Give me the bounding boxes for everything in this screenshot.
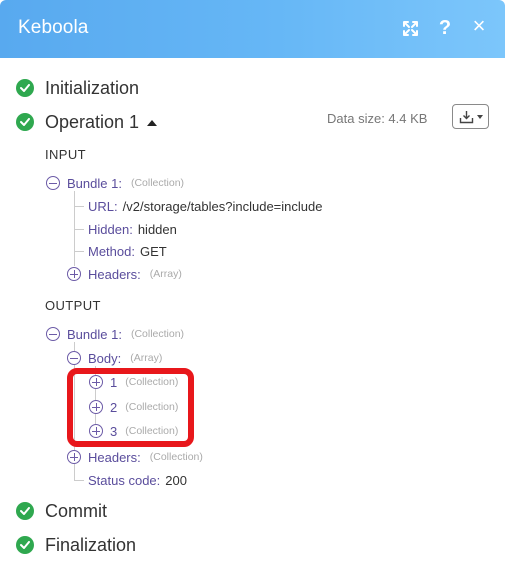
field-key: URL [88, 198, 115, 214]
chevron-down-icon [476, 114, 483, 119]
field-type: (Array) [149, 268, 182, 280]
output-headers-row: Headers: (Collection) [67, 448, 203, 466]
step-label: Operation 1 [45, 111, 140, 132]
download-icon [459, 110, 473, 123]
expand-toggle-icon[interactable] [67, 267, 81, 281]
output-status-row: Status code: 200 [88, 472, 187, 488]
field-type: (Collection) [149, 451, 203, 463]
output-section-title: OUTPUT [45, 298, 101, 313]
field-key: Headers [88, 266, 138, 282]
download-button[interactable] [452, 104, 489, 129]
field-key: Headers [88, 449, 138, 465]
field-key: Method [88, 243, 132, 259]
field-value: 200 [165, 472, 187, 488]
input-section-title: INPUT [45, 147, 86, 162]
step-operation: Operation 1 [16, 110, 158, 134]
input-bundle-row: Bundle 1: (Collection) [46, 174, 184, 192]
step-label: Finalization [45, 534, 137, 555]
field-type: (Collection) [130, 328, 185, 340]
field-key: Bundle 1 [67, 326, 119, 342]
output-bundle-row: Bundle 1: (Collection) [46, 325, 184, 343]
close-icon[interactable]: × [468, 13, 490, 38]
field-key: Bundle 1 [67, 175, 119, 191]
step-label: Commit [45, 500, 107, 521]
collapse-caret-icon[interactable] [147, 119, 158, 126]
step-finalization: Finalization [16, 533, 136, 557]
step-initialization: Initialization [16, 76, 139, 100]
check-circle-icon [16, 79, 34, 97]
data-size: Data size: 4.4 KB [327, 111, 428, 126]
modal-header: Keboola ? × [0, 0, 505, 58]
step-label: Initialization [45, 77, 140, 98]
input-hidden-row: Hidden: hidden [88, 221, 177, 237]
help-icon[interactable]: ? [434, 16, 456, 40]
check-circle-icon [16, 536, 34, 554]
expand-icon[interactable] [399, 16, 421, 40]
red-highlight-box [67, 368, 194, 447]
check-circle-icon [16, 113, 34, 131]
field-key: Status code [88, 472, 157, 488]
field-value: /v2/storage/tables?include=include [122, 198, 323, 214]
field-key: Hidden [88, 221, 130, 237]
input-method-row: Method: GET [88, 243, 167, 259]
input-headers-row: Headers: (Array) [67, 265, 182, 283]
output-body-row: Body: (Array) [67, 349, 162, 367]
tree-line [74, 251, 84, 252]
tree-line [74, 480, 84, 481]
field-type: (Array) [130, 352, 163, 364]
field-value: hidden [137, 221, 177, 237]
collapse-toggle-icon[interactable] [67, 351, 81, 365]
expand-toggle-icon[interactable] [67, 450, 81, 464]
field-type: (Collection) [130, 177, 185, 189]
collapse-toggle-icon[interactable] [46, 327, 60, 341]
field-key: Body [88, 350, 118, 366]
tree-line [74, 229, 84, 230]
field-value: GET [140, 243, 167, 259]
input-url-row: URL: /v2/storage/tables?include=include [88, 198, 323, 214]
collapse-toggle-icon[interactable] [46, 176, 60, 190]
tree-line [74, 206, 84, 207]
step-commit: Commit [16, 499, 107, 523]
app-title: Keboola [18, 17, 89, 38]
check-circle-icon [16, 502, 34, 520]
